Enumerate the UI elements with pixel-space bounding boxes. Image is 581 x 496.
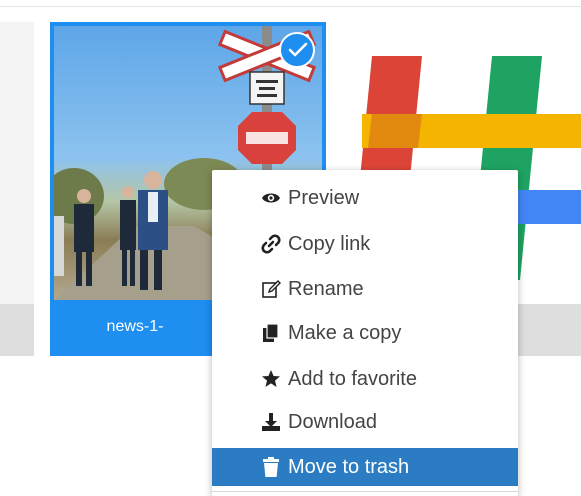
menu-item-label: Preview — [288, 186, 360, 209]
menu-item-label: Add to favorite — [288, 367, 417, 390]
menu-item-move-to-trash[interactable]: Move to trash — [212, 448, 518, 486]
menu-item-label: Move to trash — [288, 455, 410, 478]
link-icon — [260, 233, 282, 255]
selected-check-badge[interactable] — [279, 32, 315, 68]
file-name: news-1- — [106, 318, 164, 335]
file-card-footer — [0, 304, 34, 356]
menu-item-download[interactable]: Download — [212, 403, 518, 441]
eye-icon — [260, 187, 282, 209]
menu-item-add-favorite[interactable]: Add to favorite — [212, 360, 518, 398]
menu-item-label: Download — [288, 410, 377, 433]
menu-item-copy-link[interactable]: Copy link — [212, 225, 518, 263]
checkmark-icon — [288, 42, 308, 57]
menu-item-label: Copy link — [288, 232, 371, 255]
copy-icon — [260, 322, 282, 344]
menu-item-make-copy[interactable]: Make a copy — [212, 314, 518, 352]
download-icon — [260, 411, 282, 433]
menu-item-label: Rename — [288, 277, 364, 300]
menu-item-preview[interactable]: Preview — [212, 179, 518, 217]
menu-item-rename[interactable]: Rename — [212, 270, 518, 308]
context-menu: Preview Copy link Rename Make a copy Add… — [212, 170, 518, 496]
top-divider — [0, 6, 581, 7]
trash-icon — [260, 456, 282, 478]
star-icon — [260, 368, 282, 390]
file-card-partial[interactable] — [0, 22, 34, 356]
menu-divider — [212, 491, 518, 492]
menu-item-label: Make a copy — [288, 321, 402, 344]
edit-icon — [260, 278, 282, 300]
